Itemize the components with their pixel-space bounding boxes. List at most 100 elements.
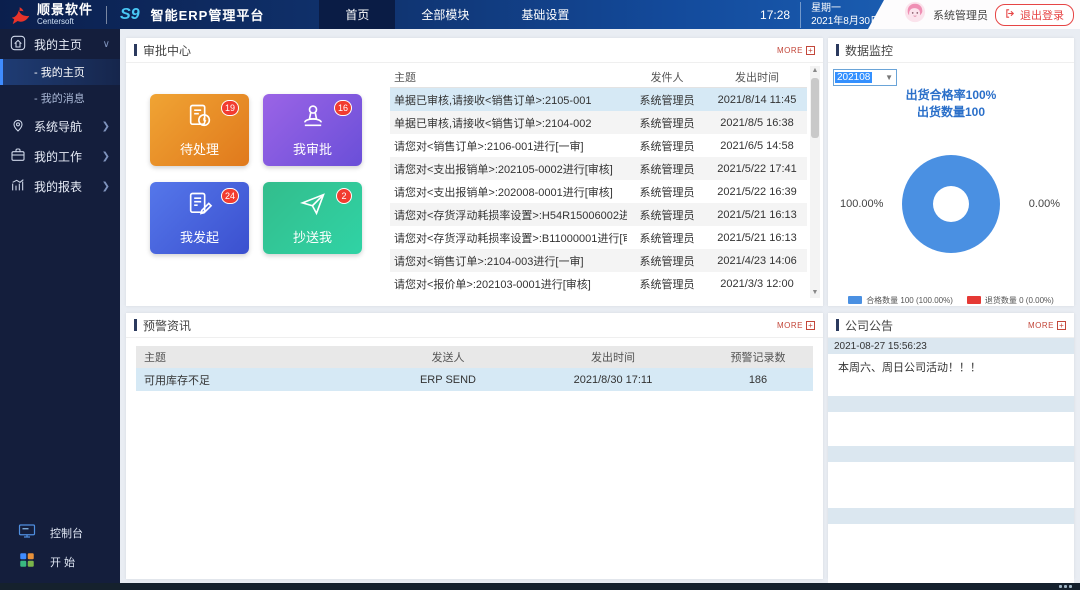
user-zone: 系统管理员 退出登录: [880, 0, 1080, 29]
legend-item-1: 退货数量 0 (0.00%): [967, 295, 1054, 306]
sidebar-group-0[interactable]: 我的主页∨: [0, 29, 120, 59]
sidebar-subitem-0-0[interactable]: - 我的主页: [0, 59, 120, 85]
row-subject: 单据已审核,请接收<销售订单>:2105-001: [390, 92, 627, 108]
sidebar-group-label: 我的主页: [34, 36, 82, 53]
ship-qty-text: 出货数量100: [828, 104, 1074, 121]
topbar: 顺景软件 Centersoft S9 智能ERP管理平台 首页全部模块基础设置 …: [0, 0, 1080, 29]
period-select[interactable]: 202108 ▼: [833, 69, 897, 86]
nav-tab-0[interactable]: 首页: [319, 0, 395, 29]
product-title: 智能ERP管理平台: [151, 5, 265, 24]
row-subject: 请您对<销售订单>:2106-001进行[一审]: [390, 138, 627, 154]
tile-2[interactable]: 24 我发起: [150, 182, 249, 254]
approval-center-title: 审批中心: [143, 42, 191, 59]
row-sender: 系统管理员: [627, 276, 707, 292]
approval-row-8[interactable]: 请您对<报价单>:202103-0001进行[审核]系统管理员2021/3/3 …: [390, 272, 807, 295]
announcements-panel: 公司公告 MORE + 2021-08-27 15:56:23本周六、周日公司活…: [828, 313, 1074, 579]
sidebar-group-label: 我的报表: [34, 178, 82, 195]
row-sender: 系统管理员: [627, 92, 707, 108]
nav-tab-1[interactable]: 全部模块: [395, 0, 495, 29]
alert-row-0[interactable]: 可用库存不足ERP SEND2021/8/30 17:11186: [136, 368, 813, 391]
tile-0[interactable]: 19待处理: [150, 94, 249, 166]
tile-label: 待处理: [180, 139, 219, 158]
sidebar-footer-item-1[interactable]: 开 始: [0, 547, 120, 576]
row-count: 186: [703, 374, 813, 386]
col-subject: 主题: [390, 69, 627, 85]
legend-label: 退货数量 0 (0.00%): [985, 295, 1054, 306]
approval-scrollbar[interactable]: ▲ ▼: [810, 66, 820, 298]
bottom-taskbar-edge: [0, 583, 1080, 590]
monitor-metrics: 出货合格率100% 出货数量100: [828, 87, 1074, 121]
announcement-date: [828, 396, 1074, 412]
alerts-table-header: 主题 发送人 发出时间 预警记录数: [136, 346, 813, 368]
row-sender: 系统管理员: [627, 184, 707, 200]
logo-text: 顺景软件 Centersoft: [37, 3, 93, 26]
row-time: 2021/3/3 12:00: [707, 278, 807, 290]
row-sender: 系统管理员: [627, 115, 707, 131]
announcement-item-1: [828, 396, 1074, 446]
sidebar-group-3[interactable]: 我的报表 ❯: [0, 171, 120, 201]
chevron-right-icon: ❯: [102, 121, 110, 132]
chart-legend: 合格数量 100 (100.00%) 退货数量 0 (0.00%): [828, 295, 1074, 306]
scroll-down-icon[interactable]: ▼: [810, 288, 820, 298]
chevron-right-icon: ❯: [102, 181, 110, 192]
approval-more-button[interactable]: MORE +: [777, 46, 815, 55]
logo-divider: [106, 6, 107, 24]
approval-row-5[interactable]: 请您对<存货浮动耗损率设置>:H54R15006002进行[审核]系统管理员20…: [390, 203, 807, 226]
row-sender: 系统管理员: [627, 138, 707, 154]
row-time: 2021/5/21 16:13: [707, 209, 807, 221]
sidebar-group-1[interactable]: 系统导航❯: [0, 111, 120, 141]
sidebar-footer: 控制台开 始: [0, 518, 120, 576]
logo-cn: 顺景软件: [37, 3, 93, 16]
right-percent-label: 0.00%: [1029, 198, 1060, 210]
approval-row-1[interactable]: 单据已审核,请接收<销售订单>:2104-002系统管理员2021/8/5 16…: [390, 111, 807, 134]
announcement-date: [828, 446, 1074, 462]
row-subject: 请您对<报价单>:202103-0001进行[审核]: [390, 276, 627, 292]
row-subject: 请您对<存货浮动耗损率设置>:H54R15006002进行[审核]: [390, 207, 627, 223]
announcement-item-3: [828, 508, 1074, 584]
alerts-more-button[interactable]: MORE +: [777, 321, 815, 330]
panel-accent: [134, 44, 137, 56]
announcements-more-button[interactable]: MORE +: [1028, 321, 1066, 330]
sidebar-group-2[interactable]: 我的工作❯: [0, 141, 120, 171]
approval-row-7[interactable]: 请您对<销售订单>:2104-003进行[一审]系统管理员2021/4/23 1…: [390, 249, 807, 272]
top-nav: 首页全部模块基础设置: [319, 0, 595, 29]
alerts-header: 预警资讯 MORE +: [126, 313, 823, 338]
announcements-header: 公司公告 MORE +: [828, 313, 1074, 338]
tile-badge: 24: [221, 188, 239, 204]
logout-label: 退出登录: [1020, 7, 1064, 23]
sidebar-footer-item-0[interactable]: 控制台: [0, 518, 120, 547]
row-sender: 系统管理员: [627, 230, 707, 246]
pin-icon: [10, 117, 26, 136]
announcement-item-2: [828, 446, 1074, 508]
scroll-up-icon[interactable]: ▲: [810, 66, 820, 76]
sidebar-group-label: 我的工作: [34, 148, 82, 165]
approval-row-2[interactable]: 请您对<销售订单>:2106-001进行[一审]系统管理员2021/6/5 14…: [390, 134, 807, 157]
logo-en: Centersoft: [37, 18, 93, 26]
nav-tab-2[interactable]: 基础设置: [495, 0, 595, 29]
clock: 17:28 星期一 2021年8月30日: [760, 2, 880, 28]
row-subject: 请您对<支出报销单>:202008-0001进行[审核]: [390, 184, 627, 200]
row-time: 2021/8/30 17:11: [523, 374, 703, 386]
approval-table-header: 主题 发件人 发出时间: [390, 66, 807, 88]
logout-button[interactable]: 退出登录: [995, 4, 1074, 26]
row-time: 2021/8/5 16:38: [707, 117, 807, 129]
tile-label: 我发起: [180, 227, 219, 246]
tile-badge: 16: [334, 100, 352, 116]
tile-label: 我审批: [293, 139, 332, 158]
announcement-item-0[interactable]: 2021-08-27 15:56:23本周六、周日公司活动！！！: [828, 338, 1074, 396]
legend-item-0: 合格数量 100 (100.00%): [848, 295, 953, 306]
more-plus-icon: +: [1057, 321, 1066, 330]
approval-row-0[interactable]: 单据已审核,请接收<销售订单>:2105-001系统管理员2021/8/14 1…: [390, 88, 807, 111]
todo-icon: [186, 102, 214, 135]
announcement-content: 本周六、周日公司活动！！！: [828, 354, 1074, 396]
sidebar-subitem-0-1[interactable]: - 我的消息: [0, 85, 120, 111]
approval-row-6[interactable]: 请您对<存货浮动耗损率设置>:B11000001进行[审核]系统管理员2021/…: [390, 226, 807, 249]
logout-icon: [1005, 8, 1016, 22]
tile-1[interactable]: 16 我审批: [263, 94, 362, 166]
clock-time: 17:28: [760, 8, 790, 22]
tile-3[interactable]: 2抄送我: [263, 182, 362, 254]
approval-row-3[interactable]: 请您对<支出报销单>:202105-0002进行[审核]系统管理员2021/5/…: [390, 157, 807, 180]
approval-row-4[interactable]: 请您对<支出报销单>:202008-0001进行[审核]系统管理员2021/5/…: [390, 180, 807, 203]
scroll-thumb[interactable]: [811, 78, 819, 138]
avatar[interactable]: [904, 1, 926, 28]
